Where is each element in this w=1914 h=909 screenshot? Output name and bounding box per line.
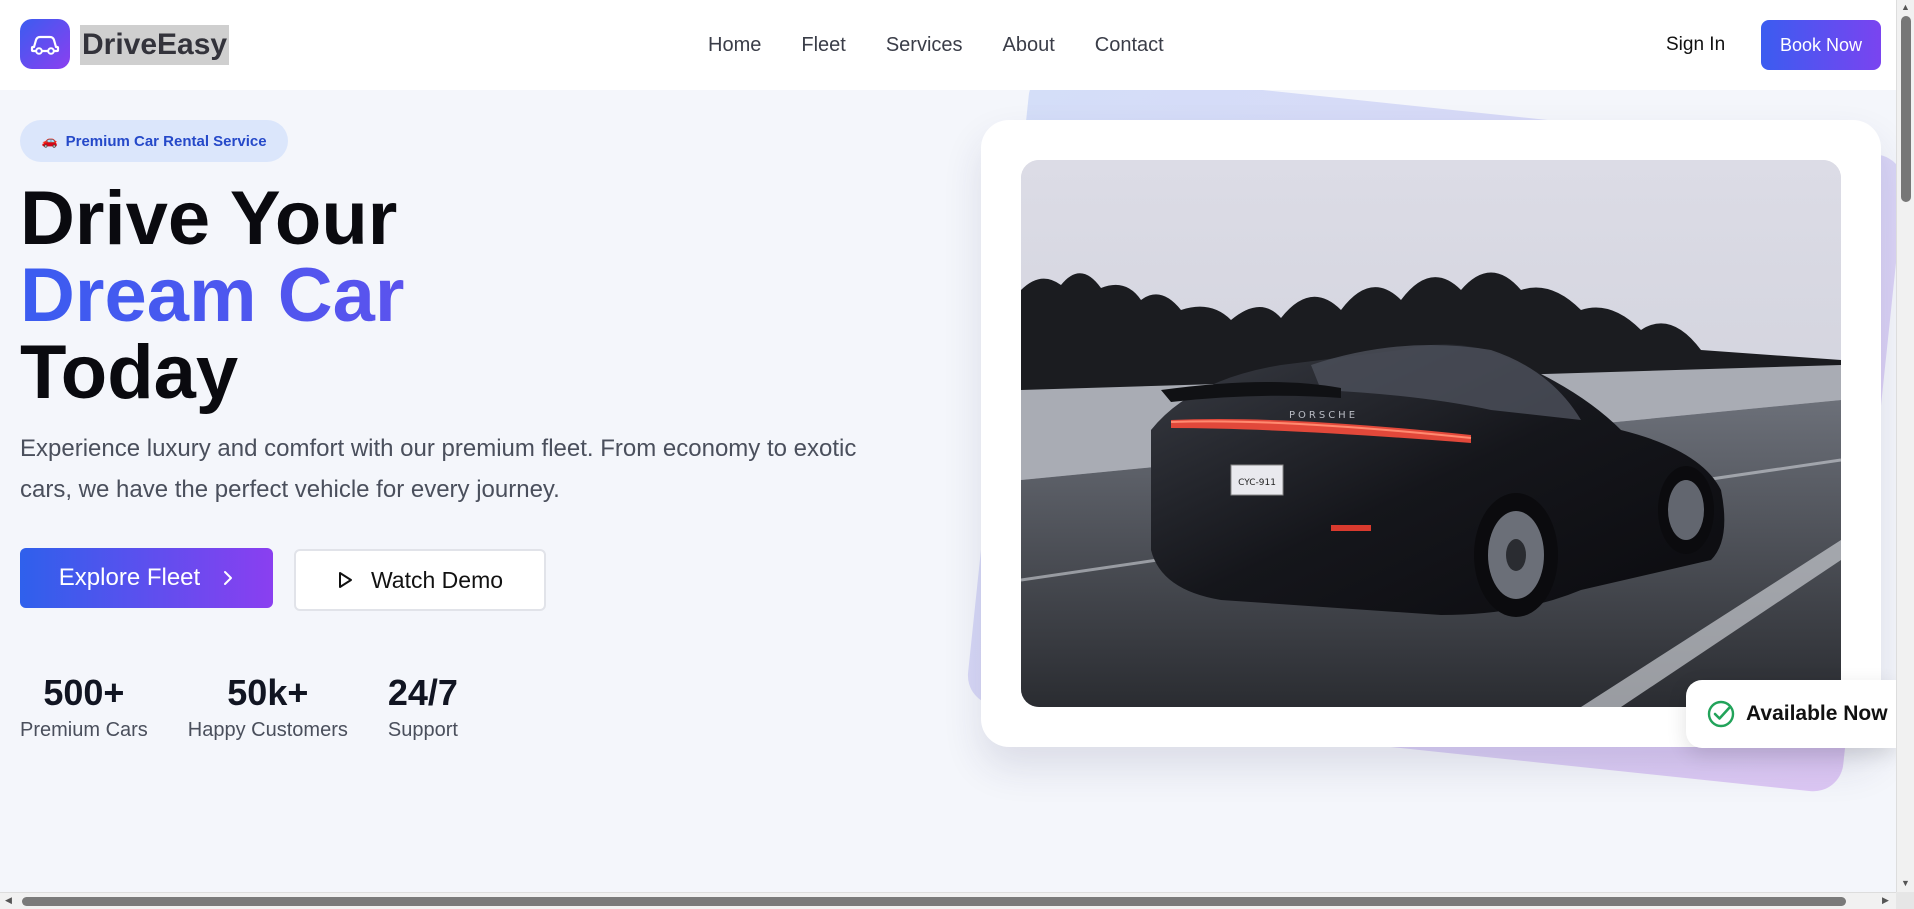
- availability-label: Available Now: [1746, 702, 1888, 725]
- nav-services[interactable]: Services: [886, 28, 963, 62]
- scroll-left-icon[interactable]: ◀: [5, 895, 12, 906]
- top-navbar: DriveEasy Home Fleet Services About Cont…: [0, 0, 1896, 90]
- scroll-up-icon[interactable]: ▲: [1901, 2, 1910, 12]
- service-badge: 🚗 Premium Car Rental Service: [20, 120, 288, 162]
- stat-label: Support: [387, 719, 458, 741]
- horizontal-scroll-thumb[interactable]: [22, 897, 1846, 906]
- nav-contact[interactable]: Contact: [1095, 28, 1164, 62]
- sign-in-link[interactable]: Sign In: [1666, 28, 1725, 62]
- play-icon: [338, 572, 352, 588]
- hero-title: Drive Your Dream Car Today: [20, 180, 404, 411]
- hero-image-card: CYC-911 PORSCHE: [981, 120, 1881, 747]
- watch-demo-label: Watch Demo: [370, 566, 504, 593]
- hero-title-line1: Drive Your: [20, 176, 398, 261]
- hero-title-line3: Today: [20, 330, 239, 415]
- porsche-car-image: CYC-911 PORSCHE: [1021, 160, 1841, 707]
- stat-value: 24/7: [387, 672, 458, 713]
- nav-fleet[interactable]: Fleet: [801, 28, 845, 62]
- brand-name[interactable]: DriveEasy: [80, 25, 230, 65]
- chevron-right-icon: [224, 571, 233, 585]
- vertical-scroll-thumb[interactable]: [1901, 16, 1911, 202]
- nav-about[interactable]: About: [1003, 28, 1055, 62]
- logo[interactable]: [20, 19, 70, 69]
- explore-fleet-button[interactable]: Explore Fleet: [20, 548, 273, 608]
- main-nav: Home Fleet Services About Contact: [708, 28, 1164, 62]
- scroll-right-icon[interactable]: ▶: [1882, 895, 1889, 906]
- hero-description: Experience luxury and comfort with our p…: [20, 435, 857, 503]
- stat-value: 50k+: [227, 672, 309, 713]
- stats-row: 500+ Premium Cars 50k+ Happy Customers 2…: [20, 670, 458, 744]
- vertical-scrollbar[interactable]: ▲ ▼: [1896, 0, 1914, 909]
- stat-label: Happy Customers: [187, 719, 348, 741]
- stat-value: 500+: [43, 672, 125, 713]
- car-icon: [30, 35, 60, 55]
- book-now-button[interactable]: Book Now: [1761, 20, 1881, 70]
- stat-label: Premium Cars: [20, 719, 148, 741]
- horizontal-scrollbar[interactable]: ◀ ▶: [0, 892, 1896, 909]
- scrollbar-corner: [1896, 892, 1914, 909]
- availability-badge: Available Now: [1686, 680, 1896, 748]
- hero-title-highlight: Dream Car: [20, 253, 405, 338]
- stat-support: 24/7 Support: [388, 670, 458, 744]
- plate-text: CYC-911: [1238, 478, 1276, 488]
- service-badge-label: Premium Car Rental Service: [65, 132, 267, 150]
- stat-customers: 50k+ Happy Customers: [188, 670, 348, 744]
- car-emoji-icon: 🚗: [41, 133, 58, 148]
- stat-cars: 500+ Premium Cars: [20, 670, 148, 744]
- scroll-down-icon[interactable]: ▼: [1901, 878, 1910, 888]
- explore-fleet-label: Explore Fleet: [58, 564, 201, 591]
- car-photo: CYC-911 PORSCHE: [1021, 160, 1841, 707]
- check-circle-icon: [1707, 700, 1735, 728]
- watch-demo-button[interactable]: Watch Demo: [294, 549, 546, 611]
- car-badge-text: PORSCHE: [1289, 410, 1358, 421]
- nav-home[interactable]: Home: [708, 28, 761, 62]
